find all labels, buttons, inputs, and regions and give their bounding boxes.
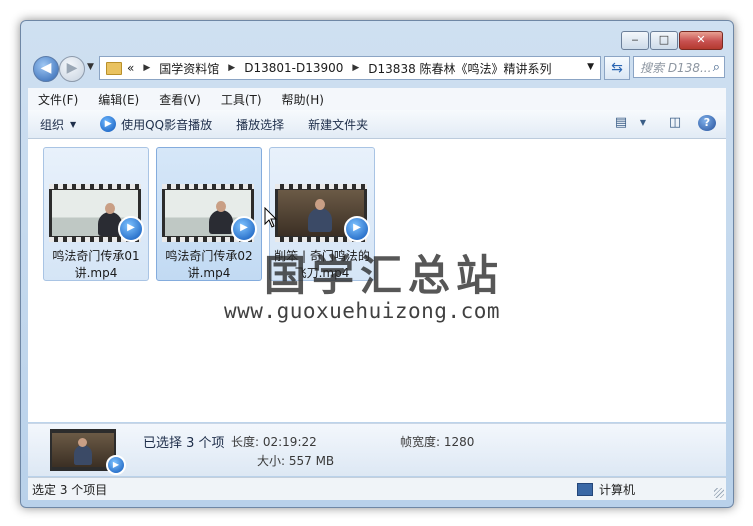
search-placeholder: 搜索 D138... xyxy=(640,61,712,75)
address-dropdown-icon[interactable]: ▼ xyxy=(587,62,594,72)
file-list: ▶ 鸣法奇门传承01讲.mp4 ▶ 鸣法奇门传承02讲.mp4 ▶ 削笨 | 奇… xyxy=(28,139,726,422)
file-name: 鸣法奇门传承01讲.mp4 xyxy=(52,249,140,280)
organize-button[interactable]: 组织 ▼ xyxy=(28,116,88,133)
recent-pages-dropdown[interactable]: ▼ xyxy=(87,62,94,72)
status-bar: 选定 3 个项目 计算机 xyxy=(28,477,726,500)
minimize-button[interactable]: ‒ xyxy=(621,31,649,50)
file-name: 削笨 | 奇门鸣法的飞刀.mp4 xyxy=(274,249,370,280)
file-name: 鸣法奇门传承02讲.mp4 xyxy=(165,249,253,280)
forward-button[interactable]: ▶ xyxy=(59,56,85,82)
breadcrumb-item[interactable]: D13838 陈春林《鸣法》精讲系列 xyxy=(368,60,551,77)
menu-tools[interactable]: 工具(T) xyxy=(211,91,272,108)
close-icon: ✕ xyxy=(696,33,706,46)
refresh-button[interactable]: ⇆ xyxy=(604,56,630,80)
preview-pane-icon[interactable]: ◫ xyxy=(666,115,684,131)
explorer-window: ‒ □ ✕ ◀ ▶ ▼ « ▶ 国学资料馆 ▶ D13801-D13900 ▶ … xyxy=(20,20,734,508)
qq-player-icon: ▶ xyxy=(118,216,144,242)
back-button[interactable]: ◀ xyxy=(33,56,59,82)
menu-bar: 文件(F) 编辑(E) 查看(V) 工具(T) 帮助(H) xyxy=(28,88,726,111)
size-value: 大小: 557 MB xyxy=(257,454,335,468)
view-options-icon[interactable]: ▤ xyxy=(612,115,630,131)
file-item[interactable]: ▶ 削笨 | 奇门鸣法的飞刀.mp4 xyxy=(269,147,375,281)
chevron-down-icon[interactable]: ▼ xyxy=(634,115,652,131)
minimize-icon: ‒ xyxy=(631,33,639,46)
new-folder-label: 新建文件夹 xyxy=(308,117,369,132)
close-button[interactable]: ✕ xyxy=(679,31,723,50)
chevron-right-icon[interactable]: ▶ xyxy=(228,63,235,73)
play-selection-button[interactable]: 播放选择 xyxy=(224,116,296,133)
navigation-bar: ◀ ▶ ▼ « ▶ 国学资料馆 ▶ D13801-D13900 ▶ D13838… xyxy=(29,53,725,83)
selected-count: 已选择 3 个项 xyxy=(143,436,225,451)
status-location: 计算机 xyxy=(577,481,635,498)
chevron-right-icon[interactable]: ▶ xyxy=(352,63,359,73)
play-with-qq-label: 使用QQ影音播放 xyxy=(121,117,213,132)
breadcrumb-overflow[interactable]: « xyxy=(127,61,134,75)
file-item[interactable]: ▶ 鸣法奇门传承01讲.mp4 xyxy=(43,147,149,281)
play-selection-label: 播放选择 xyxy=(236,117,285,132)
menu-file[interactable]: 文件(F) xyxy=(28,91,88,108)
caption-buttons: ‒ □ ✕ xyxy=(620,31,723,50)
duration-value: 长度: 02:19:22 xyxy=(231,435,317,449)
address-bar[interactable]: « ▶ 国学资料馆 ▶ D13801-D13900 ▶ D13838 陈春林《鸣… xyxy=(99,56,601,80)
new-folder-button[interactable]: 新建文件夹 xyxy=(296,116,380,133)
menu-edit[interactable]: 编辑(E) xyxy=(88,91,149,108)
search-icon[interactable]: ⌕ xyxy=(713,57,720,79)
breadcrumb-item[interactable]: 国学资料馆 xyxy=(159,60,219,77)
toolbar-right: ▤ ▼ ◫ ? xyxy=(598,115,716,131)
qq-player-icon: ▶ xyxy=(231,216,257,242)
resize-grip[interactable] xyxy=(714,488,724,498)
mouse-cursor-icon xyxy=(264,207,278,228)
folder-icon xyxy=(106,61,122,75)
details-pane: ▶ 已选择 3 个项 长度: 02:19:22 大小: 557 MB 帧宽度: … xyxy=(28,423,726,476)
status-selection: 选定 3 个项目 xyxy=(32,483,108,497)
breadcrumb: « ▶ 国学资料馆 ▶ D13801-D13900 ▶ D13838 陈春林《鸣… xyxy=(127,60,552,77)
file-item[interactable]: ▶ 鸣法奇门传承02讲.mp4 xyxy=(156,147,262,281)
chevron-down-icon: ▼ xyxy=(70,119,77,129)
search-input[interactable]: 搜索 D138... ⌕ xyxy=(633,56,725,78)
command-bar: 组织 ▼ ▶ 使用QQ影音播放 播放选择 新建文件夹 ▤ ▼ ◫ ? xyxy=(28,110,726,139)
help-icon[interactable]: ? xyxy=(698,115,716,131)
status-computer-label: 计算机 xyxy=(599,483,636,497)
play-with-qq-button[interactable]: ▶ 使用QQ影音播放 xyxy=(88,116,224,133)
chevron-right-icon[interactable]: ▶ xyxy=(143,63,150,73)
menu-view[interactable]: 查看(V) xyxy=(149,91,211,108)
frame-width-value: 帧宽度: 1280 xyxy=(400,435,475,449)
breadcrumb-item[interactable]: D13801-D13900 xyxy=(244,61,343,75)
organize-label: 组织 xyxy=(40,117,65,132)
maximize-icon: □ xyxy=(658,33,670,46)
menu-help[interactable]: 帮助(H) xyxy=(272,91,334,108)
qq-player-icon: ▶ xyxy=(100,116,117,132)
computer-icon xyxy=(577,483,593,496)
watermark-url: www.guoxuehuizong.com xyxy=(224,299,501,323)
maximize-button[interactable]: □ xyxy=(650,31,678,50)
qq-player-icon: ▶ xyxy=(344,216,370,242)
qq-player-icon: ▶ xyxy=(106,455,126,475)
